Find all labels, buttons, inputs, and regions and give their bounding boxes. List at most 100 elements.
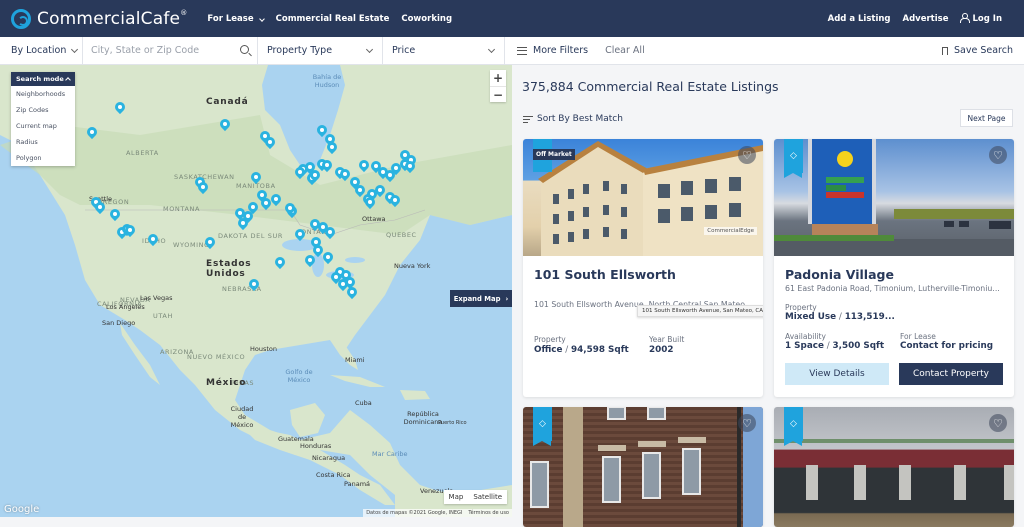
zoom-out-button[interactable]: − xyxy=(490,86,506,102)
map-marker[interactable] xyxy=(359,160,369,173)
map-marker[interactable] xyxy=(249,279,259,292)
map-marker[interactable] xyxy=(265,137,275,150)
clear-all-button[interactable]: Clear All xyxy=(605,45,645,56)
nav-for-lease[interactable]: For Lease xyxy=(207,14,265,24)
map-label-los-angeles: Los Ángeles xyxy=(106,303,145,311)
map-marker[interactable] xyxy=(310,170,320,183)
map-marker[interactable] xyxy=(295,167,305,180)
location-mode-dropdown[interactable]: By Location xyxy=(0,36,83,65)
map-marker[interactable] xyxy=(205,237,215,250)
save-search-button[interactable]: Save Search xyxy=(942,45,1013,56)
map-marker[interactable] xyxy=(275,257,285,270)
listing-photo[interactable]: ◇ ♡ xyxy=(774,139,1014,256)
map-label-las-vegas: Las Vegas xyxy=(140,294,173,302)
favorite-heart-icon[interactable]: ♡ xyxy=(989,146,1007,164)
map-marker[interactable] xyxy=(271,194,281,207)
listing-photo[interactable]: ◇ ♡ xyxy=(774,407,1014,527)
logo[interactable]: CommercialCafe® xyxy=(11,8,187,29)
map[interactable]: Canadá Bahía de Hudson ALBERTA SASKATCHE… xyxy=(0,65,512,517)
map-marker[interactable] xyxy=(318,222,328,235)
results-count-title: 375,884 Commercial Real Estate Listings xyxy=(522,79,779,94)
property-label: Property xyxy=(534,335,566,344)
map-marker[interactable] xyxy=(110,209,120,222)
favorite-heart-icon[interactable]: ♡ xyxy=(738,414,756,432)
map-label-alberta: ALBERTA xyxy=(126,149,159,157)
listing-card[interactable]: ◇ ♡ xyxy=(774,407,1014,527)
search-mode-neighborhoods[interactable]: Neighborhoods xyxy=(11,86,75,102)
map-marker[interactable] xyxy=(390,195,400,208)
nav-coworking[interactable]: Coworking xyxy=(401,14,452,24)
add-listing-link[interactable]: Add a Listing xyxy=(828,14,891,24)
contact-property-button[interactable]: Contact Property xyxy=(899,363,1003,385)
nav-commercial-real-estate[interactable]: Commercial Real Estate xyxy=(276,14,390,24)
listing-card[interactable]: Off Market ♡ CommercialEdge 101 South El… xyxy=(523,139,763,397)
favorite-heart-icon[interactable]: ♡ xyxy=(989,414,1007,432)
map-marker[interactable] xyxy=(313,245,323,258)
expand-map-button[interactable]: Expand Map › xyxy=(450,290,512,307)
map-label-utah: UTAH xyxy=(153,312,173,320)
price-dropdown[interactable]: Price xyxy=(383,36,505,65)
map-type-map[interactable]: Map xyxy=(444,490,469,504)
search-mode-polygon[interactable]: Polygon xyxy=(11,150,75,166)
listing-card[interactable]: ◇ ♡ Padonia Village 61 East Padonia Road… xyxy=(774,139,1014,397)
search-mode-current-map[interactable]: Current map xyxy=(11,118,75,134)
map-marker[interactable] xyxy=(322,160,332,173)
map-marker[interactable] xyxy=(340,169,350,182)
map-marker[interactable] xyxy=(220,119,230,132)
property-type-dropdown[interactable]: Property Type xyxy=(258,36,383,65)
map-marker[interactable] xyxy=(115,102,125,115)
listing-photo[interactable]: Off Market ♡ CommercialEdge xyxy=(523,139,763,256)
map-label-houston: Houston xyxy=(250,345,278,353)
map-marker[interactable] xyxy=(323,252,333,265)
map-marker[interactable] xyxy=(327,142,337,155)
view-details-button[interactable]: View Details xyxy=(785,363,889,385)
map-marker[interactable] xyxy=(95,202,105,215)
map-marker[interactable] xyxy=(251,172,261,185)
more-filters-button[interactable]: More Filters xyxy=(505,45,588,56)
search-icon[interactable] xyxy=(240,44,249,54)
map-marker[interactable] xyxy=(365,197,375,210)
listing-name[interactable]: 101 South Ellsworth xyxy=(534,267,676,282)
sort-dropdown[interactable]: Sort By Best Match xyxy=(523,114,623,124)
search-mode-radius[interactable]: Radius xyxy=(11,134,75,150)
map-marker[interactable] xyxy=(198,182,208,195)
diamond-icon: ◇ xyxy=(790,419,797,429)
sliders-icon xyxy=(517,46,527,55)
property-label: Property xyxy=(785,303,817,312)
listing-photo[interactable]: ◇ ♡ xyxy=(523,407,763,527)
listing-card[interactable]: ◇ ♡ xyxy=(523,407,763,527)
map-label-puerto-rico: Puerto Rico xyxy=(438,420,467,426)
map-marker[interactable] xyxy=(261,198,271,211)
map-marker[interactable] xyxy=(405,161,415,174)
map-marker[interactable] xyxy=(285,203,295,216)
map-marker[interactable] xyxy=(87,127,97,140)
location-search-input[interactable] xyxy=(91,45,231,56)
map-marker[interactable] xyxy=(148,234,158,247)
map-type-satellite[interactable]: Satellite xyxy=(468,490,507,504)
top-navigation: CommercialCafe® For Lease Commercial Rea… xyxy=(0,0,1024,37)
map-label-dakota-sur: DAKOTA DEL SUR xyxy=(218,232,283,240)
terms-link[interactable]: Términos de uso xyxy=(468,510,509,516)
next-page-button[interactable]: Next Page xyxy=(960,109,1013,127)
map-marker[interactable] xyxy=(317,125,327,138)
favorite-heart-icon[interactable]: ♡ xyxy=(738,146,756,164)
address-tooltip: 101 South Ellsworth Avenue, San Mateo, C… xyxy=(637,305,763,317)
map-marker[interactable] xyxy=(331,272,341,285)
search-mode-zip-codes[interactable]: Zip Codes xyxy=(11,102,75,118)
map-marker[interactable] xyxy=(347,287,357,300)
login-link[interactable]: Log In xyxy=(960,13,1002,24)
zoom-in-button[interactable]: + xyxy=(490,70,506,86)
map-marker[interactable] xyxy=(248,202,258,215)
storefront-illustration xyxy=(774,439,1014,500)
map-marker[interactable] xyxy=(235,208,245,221)
sign-illustration xyxy=(774,139,1014,256)
search-mode-toggle[interactable]: Search mode xyxy=(11,72,75,86)
map-marker[interactable] xyxy=(125,225,135,238)
map-marker[interactable] xyxy=(375,185,385,198)
map-type-control: Map Satellite xyxy=(443,490,507,504)
listing-name[interactable]: Padonia Village xyxy=(785,267,894,282)
map-marker[interactable] xyxy=(295,229,305,242)
advertise-link[interactable]: Advertise xyxy=(903,14,949,24)
featured-diamond-badge: ◇ xyxy=(533,407,552,446)
map-label-nuevo-mexico: NUEVO MÉXICO xyxy=(187,353,246,361)
